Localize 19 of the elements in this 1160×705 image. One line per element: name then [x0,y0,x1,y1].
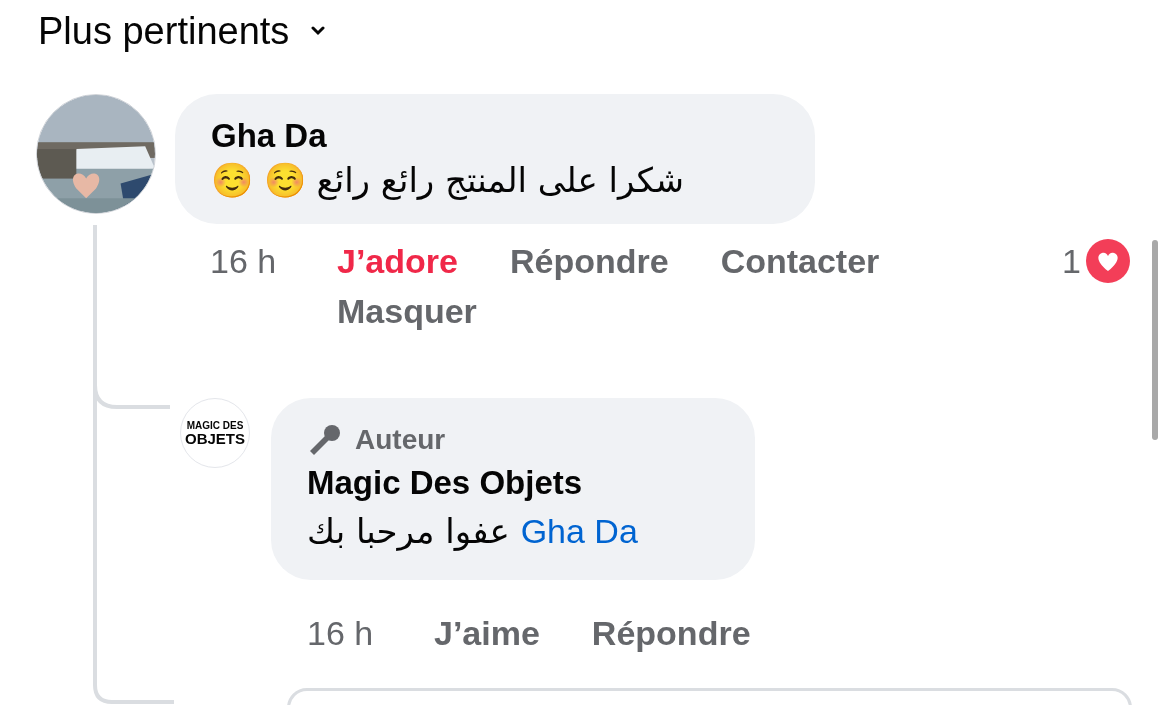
mention-link[interactable]: Gha Da [520,512,638,550]
timestamp: 16 h [210,241,278,282]
reaction-button[interactable]: J’adore [337,236,458,286]
logo-text: MAGIC DES [186,420,244,431]
scrollbar[interactable] [1152,240,1158,440]
comment-text: شكرا على المنتج رائع رائع ☺ ☺ [211,159,685,202]
author-name: Magic Des Objets [307,463,584,503]
reaction-button[interactable]: J’aime [434,608,540,658]
logo-text: OBJETS [185,430,245,446]
action-link[interactable]: Répondre [591,608,751,658]
action-link[interactable]: Contacter [720,236,880,286]
chevron-down-icon [311,26,326,36]
author-label: Auteur [355,423,446,457]
action-link[interactable]: Répondre [509,236,669,286]
timestamp: 16 h [307,613,375,654]
sort-dropdown[interactable]: Plus pertinents [38,6,326,56]
action-link[interactable]: Masquer [337,286,477,336]
author-name: Gha Da [211,116,328,156]
reaction-count: 1 [1062,241,1081,282]
